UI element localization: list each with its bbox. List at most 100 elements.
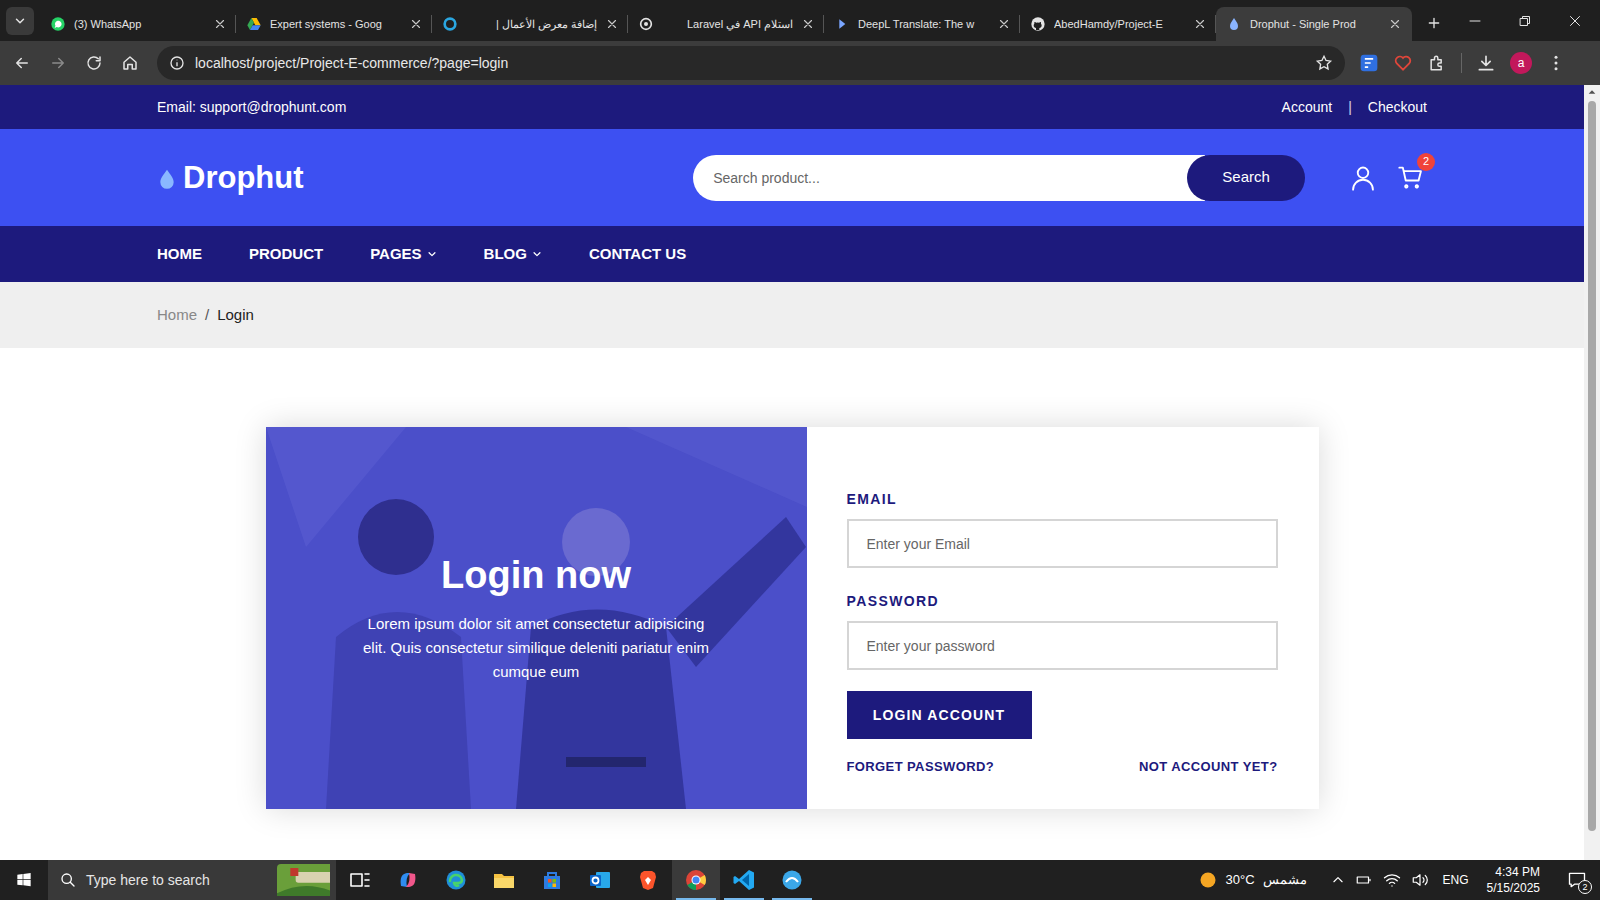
taskbar-app[interactable] [576, 860, 624, 900]
email-input[interactable] [847, 519, 1278, 568]
site-logo[interactable]: Drophut [157, 162, 693, 193]
weather-widget[interactable]: 30°Cمشمس [1198, 870, 1307, 890]
forward-button[interactable] [40, 45, 76, 81]
weather-desc: مشمس [1263, 870, 1307, 890]
close-icon[interactable] [801, 17, 815, 31]
taskbar-app[interactable] [720, 860, 768, 900]
minimize-button[interactable] [1450, 0, 1500, 41]
browser-tab[interactable]: استلام API في Laravel [628, 7, 824, 41]
running-indicator [484, 898, 524, 900]
back-button[interactable] [4, 45, 40, 81]
nav-item[interactable]: CONTACT US [589, 243, 686, 266]
search-button[interactable]: Search [1187, 155, 1305, 201]
info-icon[interactable] [169, 55, 185, 71]
scroll-up-icon[interactable] [1587, 87, 1597, 97]
account-link[interactable]: Account [1282, 97, 1333, 118]
nav-item[interactable]: BLOG [484, 243, 542, 266]
browser-tab[interactable]: إضافة معرض الأعمال | [432, 7, 628, 41]
scrollbar[interactable] [1584, 85, 1600, 860]
favicon-icon [442, 16, 458, 32]
close-icon[interactable] [1388, 17, 1402, 31]
password-input[interactable] [847, 621, 1278, 670]
taskbar-app[interactable] [768, 860, 816, 900]
profile-button[interactable]: a [1510, 52, 1532, 74]
browser-tab[interactable]: (3) WhatsApp [40, 7, 236, 41]
support-email: Email: support@drophunt.com [157, 97, 346, 118]
breadcrumb-home[interactable]: Home [157, 304, 197, 327]
close-icon[interactable] [997, 17, 1011, 31]
chevron-down-icon [427, 249, 437, 259]
new-tab-button[interactable] [1420, 9, 1448, 37]
tab-list: (3) WhatsApp Expert systems - Googإضافة م… [40, 0, 1412, 41]
nav-item[interactable]: PRODUCT [249, 243, 323, 266]
language-indicator[interactable]: ENG [1443, 871, 1469, 889]
logo-text: Drophut [183, 162, 304, 193]
clock[interactable]: 4:34 PM5/15/2025 [1487, 864, 1540, 896]
browser-toolbar: localhost/project/Project-E-commerce/?pa… [0, 41, 1600, 85]
extensions-icon[interactable] [1427, 53, 1447, 73]
chrome-icon [684, 868, 708, 892]
vscode-icon [732, 868, 756, 892]
main-nav: HOME PRODUCT PAGES BLOG CONTACT US [0, 226, 1584, 282]
reload-icon [85, 54, 103, 72]
top-bar: Email: support@drophunt.comAccount|Check… [0, 85, 1584, 129]
login-button[interactable]: LOGIN ACCOUNT [847, 691, 1032, 739]
favicon-icon [246, 16, 262, 32]
chevron-up-icon[interactable] [1331, 873, 1345, 887]
login-links: FORGET PASSWORD? NOT ACCOUNT YET? [847, 757, 1278, 777]
checkout-link[interactable]: Checkout [1368, 97, 1427, 118]
taskbar-app[interactable] [528, 860, 576, 900]
taskbar-app[interactable] [432, 860, 480, 900]
volume-icon[interactable] [1411, 871, 1429, 889]
home-button[interactable] [112, 45, 148, 81]
tab-search-button[interactable] [6, 7, 34, 35]
taskbar-search[interactable]: Type here to search [48, 860, 336, 900]
user-icon[interactable] [1349, 164, 1377, 192]
download-icon[interactable] [1476, 53, 1496, 73]
taskbar-app[interactable] [384, 860, 432, 900]
browser-tab[interactable]: AbedHamdy/Project-E [1020, 7, 1216, 41]
restore-icon [1519, 15, 1531, 27]
tab-separator [627, 15, 628, 33]
menu-icon[interactable] [1546, 53, 1566, 73]
address-bar[interactable]: localhost/project/Project-E-commerce/?pa… [157, 46, 1345, 80]
battery-icon[interactable] [1355, 871, 1373, 889]
close-icon[interactable] [213, 17, 227, 31]
close-icon[interactable] [1193, 17, 1207, 31]
heart-extension-icon[interactable] [1393, 53, 1413, 73]
nav-item[interactable]: HOME [157, 243, 202, 266]
scrollbar-thumb[interactable] [1588, 101, 1596, 831]
system-tray: 30°Cمشمس ENG 4:34 PM5/15/2025 2 [1198, 860, 1600, 900]
restore-button[interactable] [1500, 0, 1550, 41]
translate-extension-icon[interactable] [1359, 53, 1379, 73]
toolbar-actions: a [1359, 52, 1566, 74]
close-icon[interactable] [409, 17, 423, 31]
browser-tab[interactable]: Drophut - Single Prod [1216, 7, 1412, 41]
star-icon[interactable] [1315, 54, 1333, 72]
taskbar-app[interactable] [480, 860, 528, 900]
running-indicator [724, 898, 764, 900]
forgot-password-link[interactable]: FORGET PASSWORD? [847, 757, 995, 777]
tab-title: (3) WhatsApp [74, 16, 205, 33]
browser-tab[interactable]: DeepL Translate: The w [824, 7, 1020, 41]
tab-title: AbedHamdy/Project-E [1054, 16, 1185, 33]
url-text[interactable]: localhost/project/Project-E-commerce/?pa… [195, 53, 1305, 74]
signup-link[interactable]: NOT ACCOUNT YET? [1139, 757, 1277, 777]
browser-tab[interactable]: Expert systems - Goog [236, 7, 432, 41]
search-input[interactable] [693, 155, 1205, 201]
taskbar-app[interactable] [624, 860, 672, 900]
close-icon[interactable] [605, 17, 619, 31]
reload-button[interactable] [76, 45, 112, 81]
tab-separator [431, 15, 432, 33]
wifi-icon[interactable] [1383, 871, 1401, 889]
nav-label: CONTACT US [589, 243, 686, 266]
cart-button[interactable]: 2 [1397, 163, 1427, 193]
notifications-button[interactable]: 2 [1560, 860, 1594, 900]
running-indicator [388, 898, 428, 900]
close-window-button[interactable] [1550, 0, 1600, 41]
taskbar-app[interactable] [336, 860, 384, 900]
search-highlight-icon [256, 864, 330, 896]
start-button[interactable] [0, 860, 48, 900]
nav-item[interactable]: PAGES [370, 243, 436, 266]
taskbar-app[interactable] [672, 860, 720, 900]
